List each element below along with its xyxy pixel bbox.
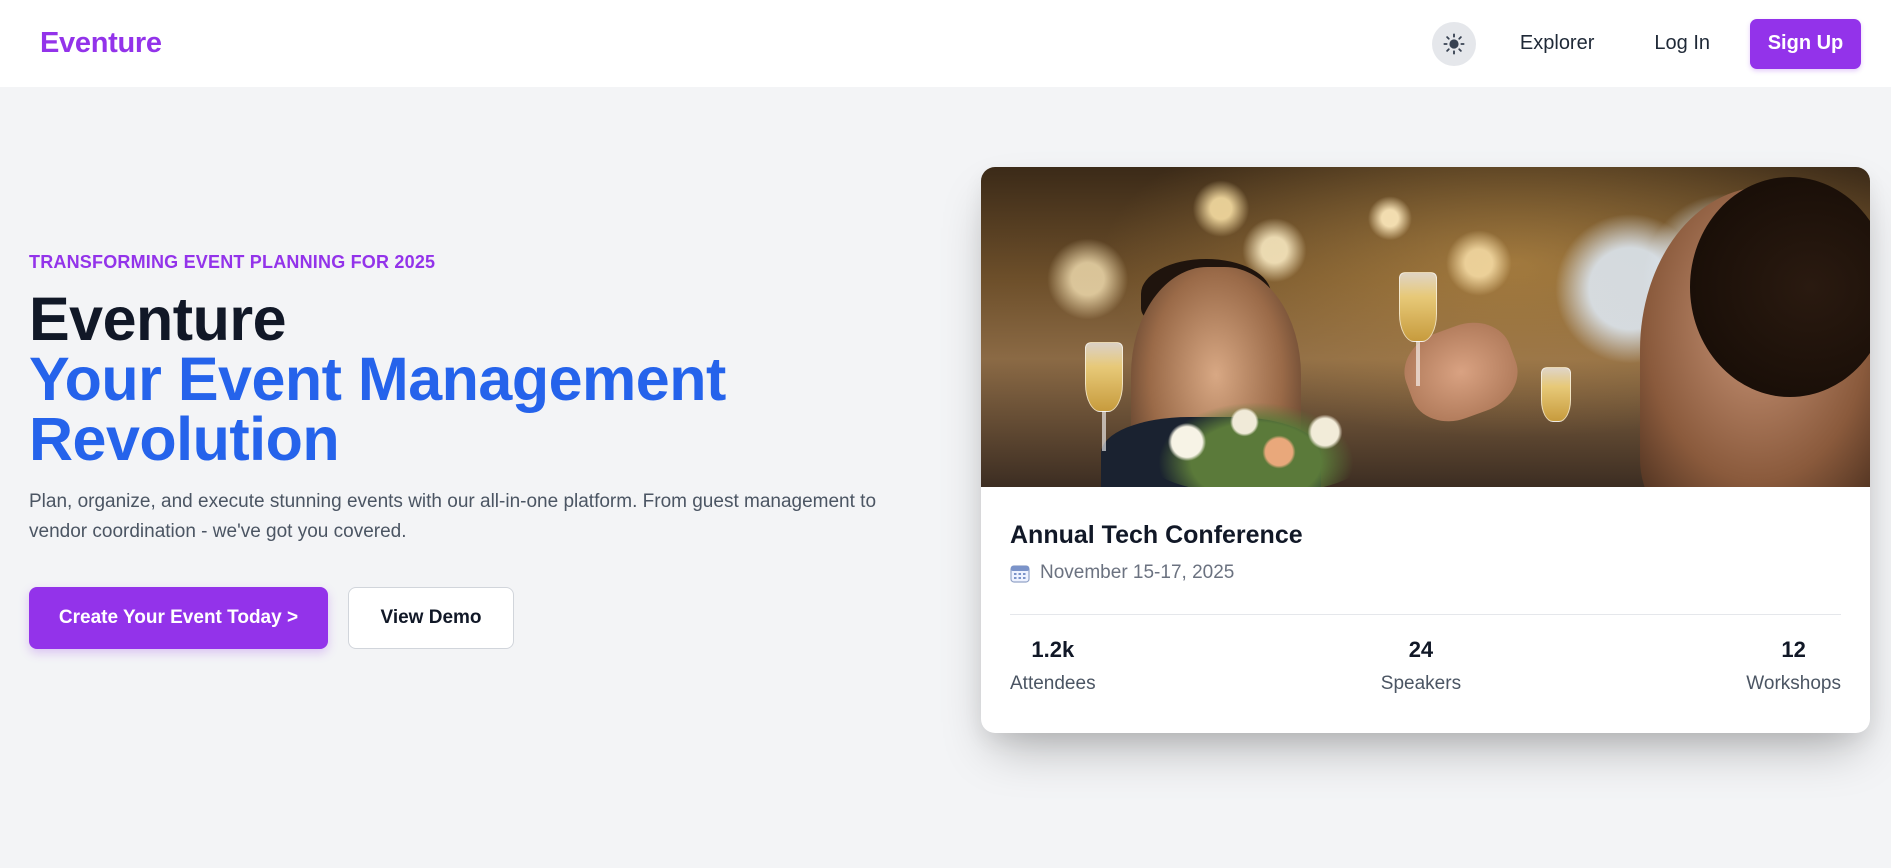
stat-value: 1.2k [1031,637,1075,662]
photo-detail [1102,411,1106,451]
photo-detail [1085,342,1123,412]
top-nav: Eventure Explorer Log In Sign Up [0,0,1891,87]
view-demo-button[interactable]: View Demo [348,587,514,649]
event-card[interactable]: Annual Tech Conference November 15-17, 2… [981,167,1870,733]
event-title: Annual Tech Conference [1010,521,1303,549]
event-date-text: November 15-17, 2025 [1040,562,1235,583]
photo-detail [1416,341,1420,386]
stat-attendees: 1.2k Attendees [1010,637,1096,695]
stat-value: 24 [1408,637,1434,662]
cta-row: Create Your Event Today > View Demo [29,587,919,649]
nav-link-explorer[interactable]: Explorer [1500,22,1614,65]
hero-section: TRANSFORMING EVENT PLANNING FOR 2025 Eve… [29,252,919,649]
nav-link-login[interactable]: Log In [1634,22,1730,65]
stat-label: Speakers [1380,673,1462,694]
event-date: November 15-17, 2025 [1010,562,1841,584]
photo-detail [1399,272,1437,342]
stat-label: Attendees [1010,673,1096,694]
hero-description: Plan, organize, and execute stunning eve… [29,491,877,542]
event-stats: 1.2k Attendees 24 Speakers 12 Workshops [1010,637,1841,695]
nav-actions: Explorer Log In Sign Up [1431,18,1861,69]
brand-logo[interactable]: Eventure [40,27,162,60]
stat-label: Workshops [1746,673,1841,694]
event-photo [981,167,1870,487]
stat-speakers: 24 Speakers [1381,637,1461,695]
headline-subtitle: Your Event Management Revolution [29,345,726,473]
stat-value: 12 [1781,637,1806,662]
create-event-button[interactable]: Create Your Event Today > [29,587,328,649]
sun-icon [1443,32,1465,55]
photo-detail [1541,367,1571,422]
hero-tagline: TRANSFORMING EVENT PLANNING FOR 2025 [29,252,436,272]
hero-headline: Eventure Your Event Management Revolutio… [29,285,919,473]
photo-detail [1141,392,1371,487]
event-card-body: Annual Tech Conference November 15-17, 2… [981,487,1870,695]
card-divider [1010,614,1841,615]
headline-brand: Eventure [29,285,287,353]
signup-button[interactable]: Sign Up [1750,18,1861,69]
theme-toggle-button[interactable] [1431,21,1476,66]
stat-workshops: 12 Workshops [1746,637,1841,695]
calendar-icon [1010,563,1030,583]
